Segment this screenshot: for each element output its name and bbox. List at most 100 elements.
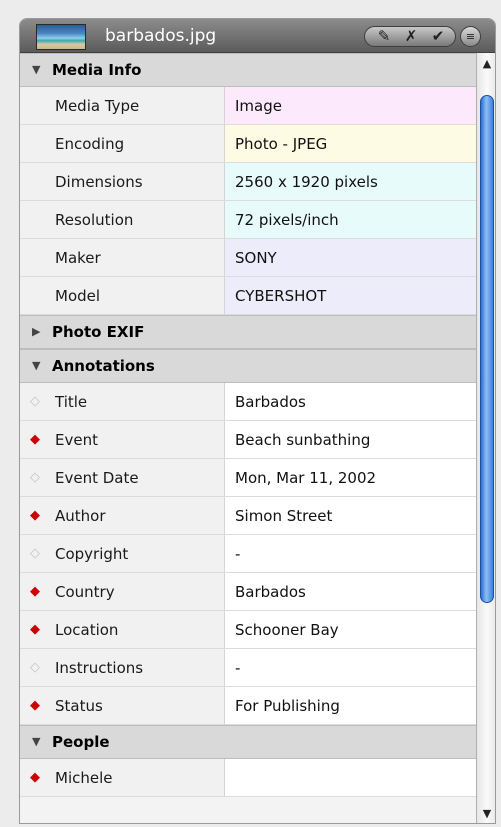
field-value-cell: 72 pixels/inch [225,201,476,238]
field-row: Maker SONY [20,239,476,277]
field-value-cell[interactable]: Barbados [225,383,476,420]
field-value-cell[interactable]: Beach sunbathing [225,421,476,458]
field-row: ◇ Copyright - [20,535,476,573]
menu-icon[interactable]: ≡ [460,26,481,47]
vertical-scrollbar[interactable]: ▲ ▼ [476,53,495,823]
optional-diamond-icon: ◇ [30,660,40,675]
field-label: Title [55,393,88,411]
field-value-cell: CYBERSHOT [225,277,476,314]
field-value[interactable]: Mon, Mar 11, 2002 [235,468,376,488]
required-diamond-icon: ◆ [30,622,40,637]
field-row: ◆ Country Barbados [20,573,476,611]
field-label: Encoding [55,135,125,153]
field-label: Maker [55,249,101,267]
field-label-cell: ◆ Author [20,497,225,534]
cancel-icon[interactable]: ✗ [398,27,424,46]
media-inspector-window: barbados.jpg ✎ ✗ ✔ ≡ ▼ Media Info Media Ty… [19,18,496,824]
window-title: barbados.jpg [105,26,217,46]
field-label: Status [55,697,103,715]
field-label: Copyright [55,545,129,563]
field-label: Event Date [55,469,139,487]
field-label: Country [55,583,115,601]
field-label-cell: ◆ Country [20,573,225,610]
section-header-photo-exif[interactable]: ▶ Photo EXIF [20,315,476,349]
field-value[interactable]: - [235,658,240,678]
field-row: ◆ Status For Publishing [20,687,476,725]
field-value[interactable]: Beach sunbathing [235,430,370,450]
section-title: Media Info [52,61,142,79]
field-label-cell: Maker [20,239,225,276]
disclosure-expanded-icon[interactable]: ▼ [32,734,40,750]
field-row: Resolution 72 pixels/inch [20,201,476,239]
field-value-cell[interactable]: Schooner Bay [225,611,476,648]
field-value[interactable]: Barbados [235,392,306,412]
field-label: Michele [55,769,113,787]
title-bar[interactable]: barbados.jpg ✎ ✗ ✔ ≡ [20,19,495,53]
field-row: ◇ Title Barbados [20,383,476,421]
section-header-media-info[interactable]: ▼ Media Info [20,53,476,87]
disclosure-collapsed-icon[interactable]: ▶ [32,324,40,340]
optional-diamond-icon: ◇ [30,394,40,409]
field-value-cell[interactable]: - [225,535,476,572]
field-value-cell[interactable]: Simon Street [225,497,476,534]
required-diamond-icon: ◆ [30,698,40,713]
field-label: Instructions [55,659,144,677]
field-value-cell: 2560 x 1920 pixels [225,163,476,200]
field-value[interactable]: Schooner Bay [235,620,339,640]
field-value[interactable]: - [235,544,240,564]
field-value: SONY [235,249,277,267]
field-label-cell: ◆ Michele [20,759,225,796]
scroll-down-arrow-icon[interactable]: ▼ [477,803,495,823]
scroll-thumb[interactable] [480,95,494,603]
optional-diamond-icon: ◇ [30,470,40,485]
field-label: Resolution [55,211,134,229]
field-value-cell[interactable] [225,759,476,796]
required-diamond-icon: ◆ [30,432,40,447]
field-value: 2560 x 1920 pixels [235,173,378,191]
field-label: Author [55,507,106,525]
field-label-cell: Media Type [20,87,225,124]
field-value-cell: Photo - JPEG [225,125,476,162]
field-label-cell: ◇ Title [20,383,225,420]
field-label-cell: Resolution [20,201,225,238]
field-value-cell[interactable]: - [225,649,476,686]
field-label: Media Type [55,97,140,115]
optional-diamond-icon: ◇ [30,546,40,561]
section-header-people[interactable]: ▼ People [20,725,476,759]
scroll-up-arrow-icon[interactable]: ▲ [477,53,495,75]
field-label-cell: ◆ Status [20,687,225,724]
field-label-cell: Model [20,277,225,314]
field-label: Model [55,287,101,305]
field-value[interactable]: Simon Street [235,506,332,526]
field-label-cell: ◇ Copyright [20,535,225,572]
field-label-cell: ◆ Location [20,611,225,648]
disclosure-expanded-icon[interactable]: ▼ [32,62,40,78]
required-diamond-icon: ◆ [30,584,40,599]
section-header-annotations[interactable]: ▼ Annotations [20,349,476,383]
field-value: Photo - JPEG [235,135,328,153]
edit-icon[interactable]: ✎ [371,27,397,46]
field-value[interactable]: Barbados [235,582,306,602]
field-value-cell[interactable]: For Publishing [225,687,476,724]
field-label-cell: ◆ Event [20,421,225,458]
field-row: Encoding Photo - JPEG [20,125,476,163]
field-label-cell: Dimensions [20,163,225,200]
field-value-cell: SONY [225,239,476,276]
field-value-cell[interactable]: Barbados [225,573,476,610]
field-label: Location [55,621,119,639]
field-row: ◆ Event Beach sunbathing [20,421,476,459]
field-row: Dimensions 2560 x 1920 pixels [20,163,476,201]
required-diamond-icon: ◆ [30,508,40,523]
field-value: Image [235,97,282,115]
section-title: Annotations [52,357,155,375]
field-row: ◆ Michele [20,759,476,797]
field-value[interactable]: For Publishing [235,696,340,716]
disclosure-expanded-icon[interactable]: ▼ [32,358,40,374]
field-row: ◇ Event Date Mon, Mar 11, 2002 [20,459,476,497]
field-row: Media Type Image [20,87,476,125]
field-value-cell[interactable]: Mon, Mar 11, 2002 [225,459,476,496]
confirm-icon[interactable]: ✔ [425,27,451,46]
field-value: 72 pixels/inch [235,211,339,229]
field-label-cell: ◇ Instructions [20,649,225,686]
field-row: ◆ Location Schooner Bay [20,611,476,649]
